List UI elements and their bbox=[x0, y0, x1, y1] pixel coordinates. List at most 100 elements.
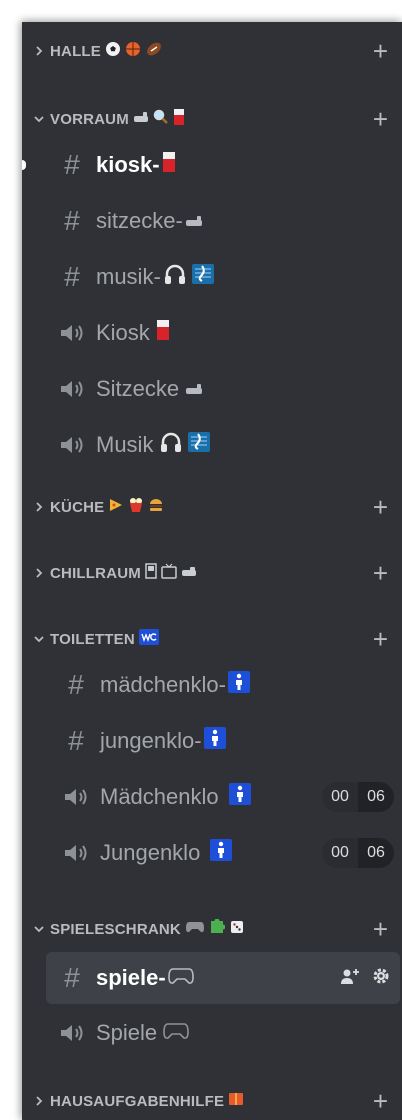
channel-kiosk-text[interactable]: # kiosk- bbox=[22, 142, 402, 188]
category-label: KÜCHE bbox=[50, 498, 105, 516]
restroom-icon bbox=[228, 783, 251, 811]
channel-spiele-voice[interactable]: Spiele bbox=[22, 1010, 402, 1056]
headphones-icon bbox=[159, 431, 183, 459]
headphones-icon bbox=[163, 263, 187, 291]
couch-icon bbox=[181, 565, 197, 582]
category-label: HALLE bbox=[50, 42, 101, 60]
speaker-icon bbox=[60, 786, 92, 808]
puzzle-icon bbox=[209, 918, 226, 939]
chevron-down-icon bbox=[34, 634, 44, 644]
books-icon bbox=[228, 1091, 244, 1111]
add-channel-button[interactable]: + bbox=[373, 916, 388, 942]
music-score-icon bbox=[187, 431, 211, 459]
channel-jungenklo-text[interactable]: # jungenklo- bbox=[22, 718, 402, 764]
nachos-icon bbox=[108, 497, 124, 517]
channel-label: Spiele bbox=[96, 1020, 158, 1045]
category-label: HAUSAUFGABENHILFE bbox=[50, 1092, 225, 1110]
channel-label: Sitzecke bbox=[96, 376, 180, 401]
user-limit: 06 bbox=[358, 838, 394, 868]
restroom-icon bbox=[203, 727, 226, 755]
add-channel-button[interactable]: + bbox=[373, 106, 388, 132]
burger-icon bbox=[148, 498, 164, 516]
chevron-right-icon bbox=[34, 568, 44, 578]
chevron-right-icon bbox=[34, 46, 44, 56]
user-count: 00 bbox=[322, 838, 358, 868]
channel-maedchenklo-voice[interactable]: Mädchenklo 00 06 bbox=[22, 774, 402, 820]
add-member-icon[interactable] bbox=[340, 967, 360, 990]
add-channel-button[interactable]: + bbox=[373, 560, 388, 586]
category-label: VORRAUM bbox=[50, 110, 129, 128]
hash-icon: # bbox=[68, 725, 84, 756]
user-count: 00 bbox=[322, 782, 358, 812]
add-channel-button[interactable]: + bbox=[373, 494, 388, 520]
speaker-icon bbox=[56, 378, 88, 400]
channel-label: sitzecke- bbox=[96, 208, 183, 233]
gamepad-icon bbox=[167, 965, 194, 991]
channel-label: mädchenklo- bbox=[100, 672, 226, 697]
chocolate-icon bbox=[156, 319, 170, 347]
category-hausaufgabenhilfe[interactable]: HAUSAUFGABENHILFE + bbox=[22, 1086, 402, 1116]
category-kueche[interactable]: KÜCHE + bbox=[22, 492, 402, 522]
user-limit-counter: 00 06 bbox=[322, 838, 394, 868]
restroom-icon bbox=[210, 839, 233, 867]
gear-icon[interactable] bbox=[372, 967, 390, 990]
channel-label: Musik bbox=[96, 432, 154, 457]
category-vorraum[interactable]: VORRAUM + bbox=[22, 104, 402, 134]
gamepad-icon bbox=[185, 920, 205, 938]
hash-icon: # bbox=[64, 149, 80, 180]
user-limit: 06 bbox=[358, 782, 394, 812]
speaker-icon bbox=[56, 1022, 88, 1044]
channel-musik-voice[interactable]: Musik bbox=[22, 422, 402, 468]
category-label: SPIELESCHRANK bbox=[50, 920, 181, 938]
channel-label: spiele- bbox=[96, 965, 166, 990]
channel-maedchenklo-text[interactable]: # mädchenklo- bbox=[22, 662, 402, 708]
chocolate-icon bbox=[162, 151, 176, 179]
unread-indicator bbox=[22, 160, 26, 170]
category-label: CHILLRAUM bbox=[50, 564, 141, 582]
channel-label: musik- bbox=[96, 264, 161, 289]
add-channel-button[interactable]: + bbox=[373, 626, 388, 652]
sofa-icon bbox=[185, 208, 203, 234]
category-label: TOILETTEN bbox=[50, 630, 135, 648]
hash-icon: # bbox=[68, 669, 84, 700]
gamepad-icon bbox=[163, 1020, 189, 1046]
hash-icon: # bbox=[64, 261, 80, 292]
channel-sidebar: HALLE + VORRAUM + # kiosk- # sitzecke- #… bbox=[22, 22, 402, 1120]
speaker-icon bbox=[56, 322, 88, 344]
channel-label: jungenklo- bbox=[100, 728, 202, 753]
hash-icon: # bbox=[64, 205, 80, 236]
magnifier-icon bbox=[153, 109, 169, 129]
category-halle[interactable]: HALLE + bbox=[22, 36, 402, 66]
channel-spiele-text[interactable]: # spiele- bbox=[46, 952, 400, 1004]
sofa-icon bbox=[133, 110, 149, 128]
door-icon bbox=[145, 563, 157, 583]
add-channel-button[interactable]: + bbox=[373, 1088, 388, 1114]
channel-label: Mädchenklo bbox=[100, 784, 219, 809]
hash-icon: # bbox=[64, 962, 80, 993]
chevron-right-icon bbox=[34, 502, 44, 512]
channel-kiosk-voice[interactable]: Kiosk bbox=[22, 310, 402, 356]
speaker-icon bbox=[56, 434, 88, 456]
category-toiletten[interactable]: TOILETTEN + bbox=[22, 624, 402, 654]
channel-label: kiosk- bbox=[96, 152, 160, 177]
user-limit-counter: 00 06 bbox=[322, 782, 394, 812]
chocolate-icon bbox=[173, 108, 185, 130]
restroom-icon bbox=[227, 671, 250, 699]
channel-label: Kiosk bbox=[96, 320, 150, 345]
football-icon bbox=[145, 41, 163, 61]
channel-sitzecke-text[interactable]: # sitzecke- bbox=[22, 198, 402, 244]
add-channel-button[interactable]: + bbox=[373, 38, 388, 64]
chevron-right-icon bbox=[34, 1096, 44, 1106]
sofa-icon bbox=[185, 376, 203, 402]
chevron-down-icon bbox=[34, 114, 44, 124]
music-score-icon bbox=[191, 263, 215, 291]
category-chillraum[interactable]: CHILLRAUM + bbox=[22, 558, 402, 588]
channel-sitzecke-voice[interactable]: Sitzecke bbox=[22, 366, 402, 412]
soccer-ball-icon bbox=[105, 41, 121, 61]
channel-jungenklo-voice[interactable]: Jungenklo 00 06 bbox=[22, 830, 402, 876]
dice-icon bbox=[229, 919, 245, 939]
chevron-down-icon bbox=[34, 924, 44, 934]
popcorn-icon bbox=[128, 497, 144, 517]
channel-musik-text[interactable]: # musik- bbox=[22, 254, 402, 300]
category-spieleschrank[interactable]: SPIELESCHRANK + bbox=[22, 914, 402, 944]
